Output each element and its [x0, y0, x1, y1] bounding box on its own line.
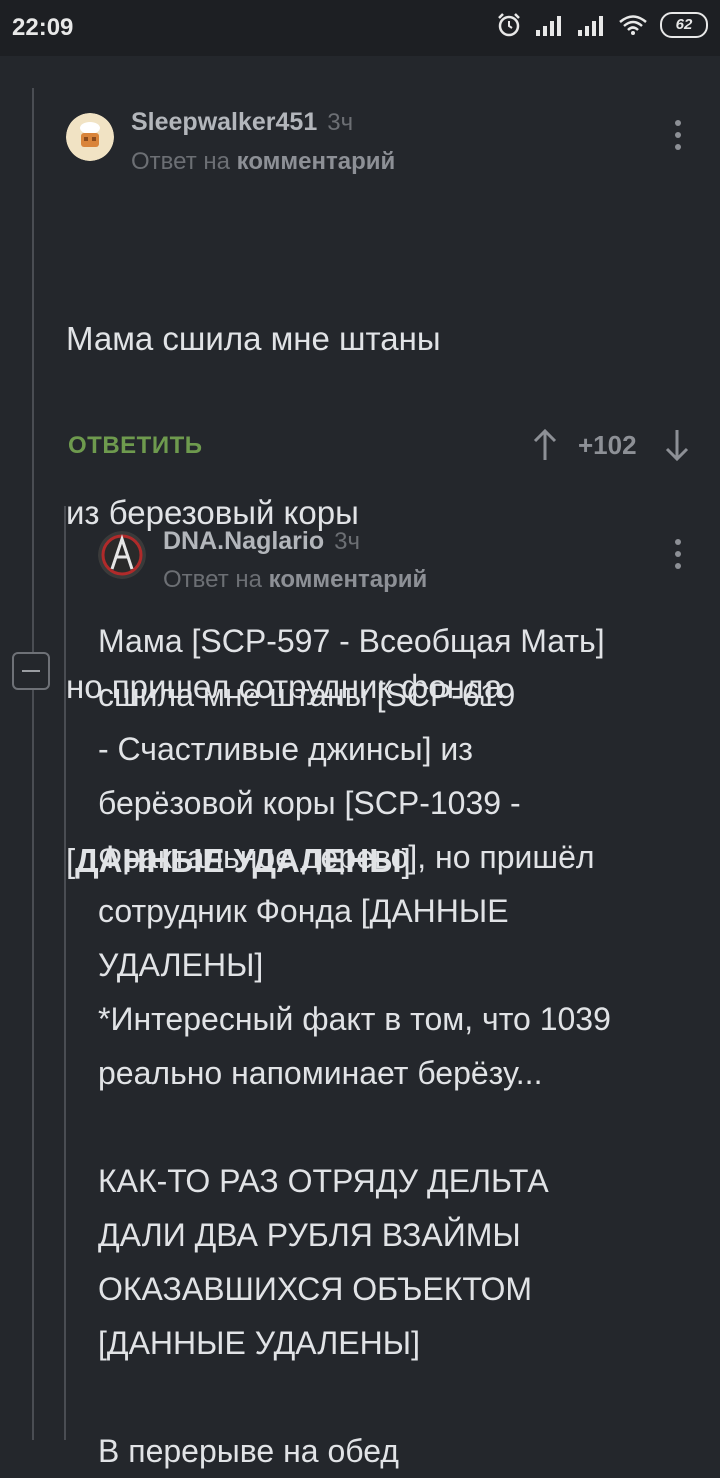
reply-target-link[interactable]: комментарий: [269, 566, 428, 593]
comment-body: Мама [SCP-597 - Всеобщая Мать] сшила мне…: [98, 623, 611, 1469]
username[interactable]: DNA.Naglario 3ч: [163, 527, 360, 556]
comment: DNA.Naglario 3ч Ответ на комментарий Мама…: [0, 0, 720, 1469]
username-text[interactable]: DNA.Naglario: [163, 527, 324, 555]
reply-to: Ответ на комментарий: [163, 566, 427, 594]
avatar[interactable]: [98, 531, 146, 579]
more-options-button[interactable]: [672, 539, 684, 575]
comment-age: 3ч: [334, 528, 360, 555]
reply-prefix: Ответ на: [163, 566, 262, 593]
